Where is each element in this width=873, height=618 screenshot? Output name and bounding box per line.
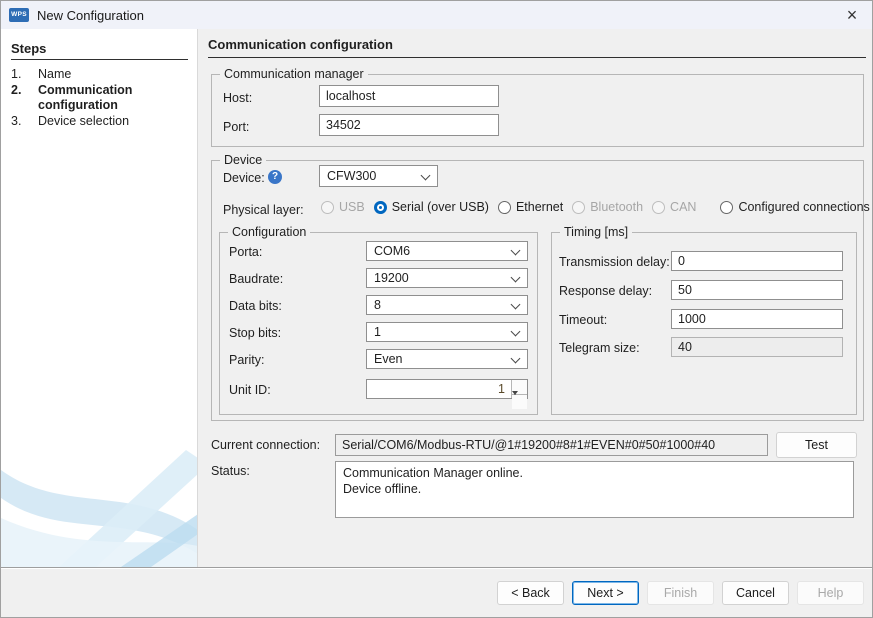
timeout-label: Timeout: (559, 313, 607, 327)
device-select[interactable]: CFW300 (319, 165, 438, 187)
step-item-device-selection: 3. Device selection (11, 114, 191, 130)
parity-select[interactable]: Even (366, 349, 528, 369)
radio-icon (720, 201, 733, 214)
step-label: Name (38, 67, 191, 83)
response-delay-field[interactable] (671, 280, 843, 300)
status-label: Status: (211, 464, 250, 478)
next-button[interactable]: Next > (572, 581, 639, 605)
current-connection-field[interactable] (335, 434, 768, 456)
chevron-down-icon (511, 354, 521, 364)
new-configuration-dialog: WPS New Configuration × Steps 1. Name 2.… (0, 0, 873, 618)
back-button[interactable]: < Back (497, 581, 564, 605)
baudrate-select-value: 19200 (374, 271, 409, 285)
chevron-down-icon (511, 246, 521, 256)
radio-label: Bluetooth (590, 200, 643, 214)
help-icon[interactable]: ? (268, 170, 282, 184)
transmission-delay-field[interactable] (671, 251, 843, 271)
chevron-down-icon (511, 327, 521, 337)
response-delay-label: Response delay: (559, 284, 652, 298)
chevron-down-icon (511, 273, 521, 283)
port-label: Port: (223, 120, 249, 134)
device-select-value: CFW300 (327, 169, 376, 183)
page-title: Communication configuration (208, 37, 866, 58)
help-button: Help (797, 581, 864, 605)
unit-id-label: Unit ID: (229, 383, 271, 397)
data-bits-label: Data bits: (229, 299, 282, 313)
port-field[interactable] (319, 114, 499, 136)
radio-usb: USB (321, 200, 365, 214)
device-label: Device: (223, 171, 265, 185)
stop-bits-label: Stop bits: (229, 326, 281, 340)
chevron-down-icon (421, 171, 431, 181)
baudrate-select[interactable]: 19200 (366, 268, 528, 288)
radio-serial-over-usb[interactable]: Serial (over USB) (374, 200, 489, 214)
stop-bits-select[interactable]: 1 (366, 322, 528, 342)
radio-bluetooth: Bluetooth (572, 200, 643, 214)
group-legend: Communication manager (220, 67, 368, 81)
timeout-field[interactable] (671, 309, 843, 329)
telegram-size-field (671, 337, 843, 357)
radio-icon (374, 201, 387, 214)
porta-select-value: COM6 (374, 244, 410, 258)
steps-sidebar: Steps 1. Name 2. Communication configura… (1, 29, 198, 567)
data-bits-select[interactable]: 8 (366, 295, 528, 315)
parity-select-value: Even (374, 352, 403, 366)
radio-icon (572, 201, 585, 214)
radio-can: CAN (652, 200, 696, 214)
unit-id-stepper[interactable]: 1 (366, 379, 528, 399)
status-box[interactable]: Communication Manager online. Device off… (335, 461, 854, 518)
physical-layer-options: USB Serial (over USB) Ethernet Bluetooth… (321, 200, 870, 214)
group-legend: Device (220, 153, 266, 167)
steps-heading: Steps (11, 41, 188, 60)
current-connection-label: Current connection: (211, 438, 320, 452)
radio-configured-connections[interactable]: Configured connections (720, 200, 869, 214)
close-icon[interactable]: × (840, 3, 864, 27)
wps-app-icon: WPS (9, 8, 29, 22)
physical-layer-label: Physical layer: (223, 203, 304, 217)
step-number: 2. (11, 83, 38, 114)
radio-icon (498, 201, 511, 214)
transmission-delay-label: Transmission delay: (559, 255, 670, 269)
spin-down-button[interactable] (512, 395, 527, 409)
communication-configuration-panel: Communication configuration Communicatio… (198, 29, 872, 567)
steps-list: 1. Name 2. Communication configuration 3… (11, 67, 191, 129)
group-legend: Configuration (228, 225, 310, 239)
spinner-buttons (511, 380, 527, 398)
radio-label: Serial (over USB) (392, 200, 489, 214)
radio-icon (652, 201, 665, 214)
step-item-communication-configuration: 2. Communication configuration (11, 83, 191, 114)
finish-button: Finish (647, 581, 714, 605)
step-label: Communication configuration (38, 83, 191, 114)
group-legend: Timing [ms] (560, 225, 632, 239)
host-label: Host: (223, 91, 252, 105)
radio-ethernet[interactable]: Ethernet (498, 200, 563, 214)
radio-label: CAN (670, 200, 696, 214)
data-bits-select-value: 8 (374, 298, 381, 312)
communication-manager-group: Communication manager (211, 74, 864, 147)
titlebar: WPS New Configuration × (1, 1, 872, 29)
step-number: 1. (11, 67, 38, 83)
radio-label: Ethernet (516, 200, 563, 214)
baudrate-label: Baudrate: (229, 272, 283, 286)
step-label: Device selection (38, 114, 191, 130)
wave-decoration (1, 422, 198, 567)
radio-icon (321, 201, 334, 214)
step-item-name: 1. Name (11, 67, 191, 83)
unit-id-value: 1 (367, 380, 509, 398)
dialog-button-bar: < Back Next > Finish Cancel Help (1, 567, 872, 617)
step-number: 3. (11, 114, 38, 130)
host-field[interactable] (319, 85, 499, 107)
porta-select[interactable]: COM6 (366, 241, 528, 261)
stop-bits-select-value: 1 (374, 325, 381, 339)
triangle-down-icon (512, 391, 518, 409)
radio-label: Configured connections (738, 200, 869, 214)
radio-label: USB (339, 200, 365, 214)
chevron-down-icon (511, 300, 521, 310)
telegram-size-label: Telegram size: (559, 341, 640, 355)
porta-label: Porta: (229, 245, 262, 259)
window-title: New Configuration (37, 8, 144, 23)
cancel-button[interactable]: Cancel (722, 581, 789, 605)
parity-label: Parity: (229, 353, 264, 367)
test-button[interactable]: Test (776, 432, 857, 458)
